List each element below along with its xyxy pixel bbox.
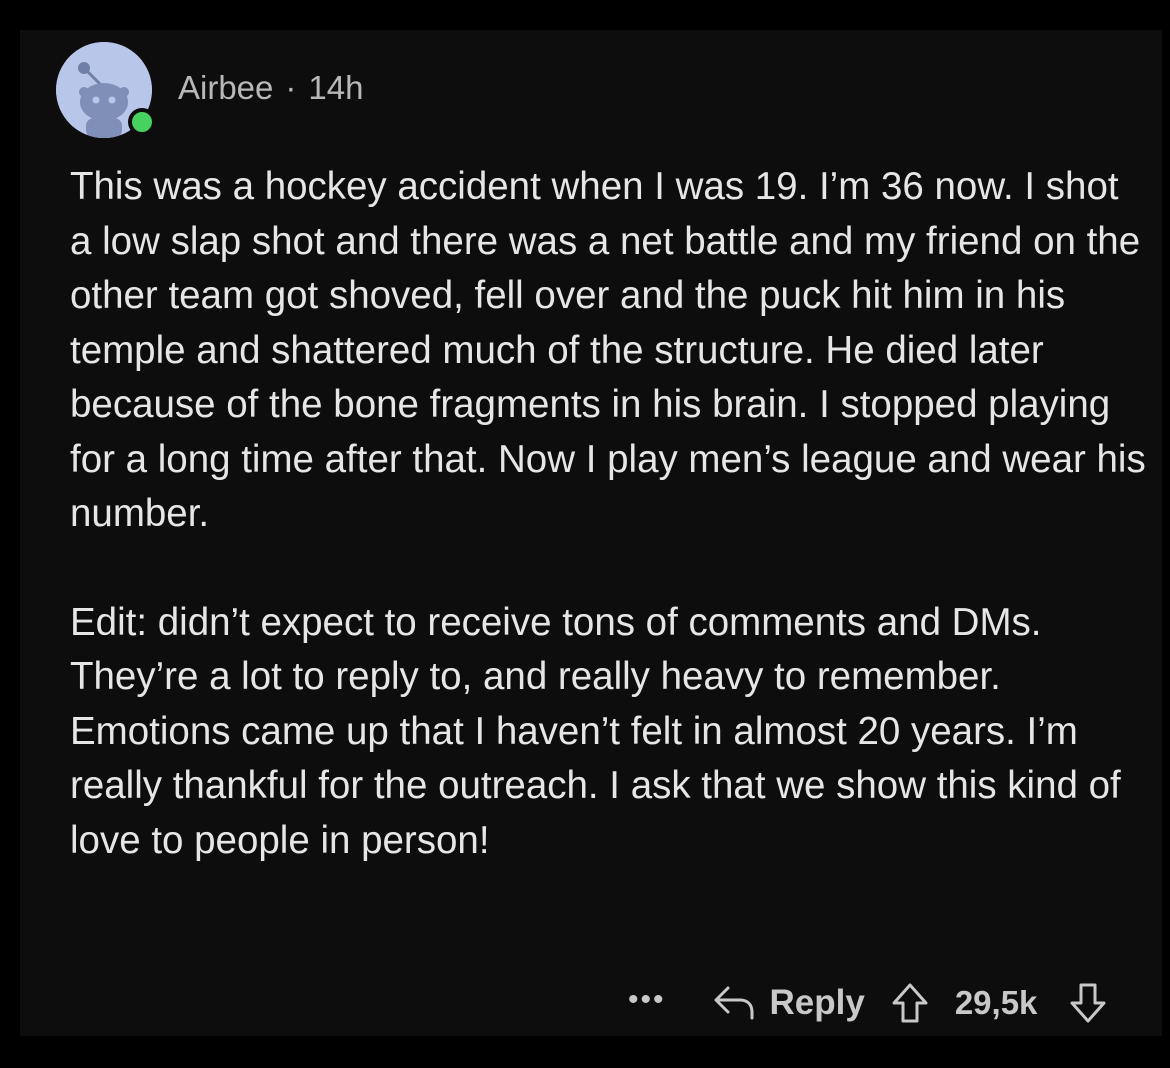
avatar[interactable] — [56, 42, 156, 138]
vote-score: 29,5k — [954, 984, 1038, 1021]
upvote-arrow-icon — [892, 983, 928, 1023]
comment-edit-paragraph: Edit: didn’t expect to receive tons of c… — [70, 600, 1121, 862]
downvote-button[interactable] — [1069, 982, 1107, 1024]
comment-actions: ••• Reply 29,5k — [628, 978, 1107, 1028]
comment-meta: Airbee · 14h — [178, 69, 363, 107]
reply-button[interactable]: Reply — [712, 983, 865, 1023]
comment-body: This was a hockey accident when I was 19… — [70, 160, 1150, 868]
downvote-arrow-icon — [1070, 983, 1106, 1023]
comment-paragraph: This was a hockey accident when I was 19… — [70, 165, 1146, 535]
online-status-icon — [128, 108, 156, 136]
more-options-button[interactable]: ••• — [628, 983, 666, 1017]
reply-label: Reply — [769, 983, 865, 1022]
reply-arrow-icon — [714, 986, 754, 1020]
upvote-button[interactable] — [891, 982, 929, 1024]
comment-header: Airbee · 14h — [56, 42, 363, 138]
author-name[interactable]: Airbee — [178, 69, 273, 107]
meta-separator: · — [285, 69, 297, 106]
comment-age[interactable]: 14h — [308, 69, 363, 107]
